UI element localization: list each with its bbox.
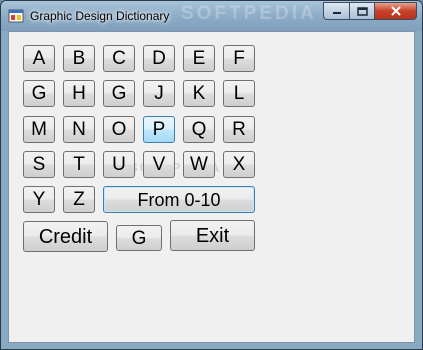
letter-y-button[interactable]: Y [23,186,55,213]
letter-x-button[interactable]: X [223,151,255,178]
letter-s-button[interactable]: S [23,151,55,178]
app-icon [8,9,24,23]
letter-m-button[interactable]: M [23,116,55,143]
letter-k-button[interactable]: K [183,80,215,107]
letter-e-button[interactable]: E [183,45,215,72]
letter-r-button[interactable]: R [223,116,255,143]
g-button[interactable]: G [116,225,162,251]
letter-b-button[interactable]: B [63,45,95,72]
letter-j-button[interactable]: J [143,80,175,107]
minimize-button[interactable] [323,2,349,20]
letter-d-button[interactable]: D [143,45,175,72]
letter-q-button[interactable]: Q [183,116,215,143]
letter-f-button[interactable]: F [223,45,255,72]
maximize-icon [356,6,368,16]
close-button[interactable] [374,2,417,20]
letter-n-button[interactable]: N [63,116,95,143]
letter-t-button[interactable]: T [63,151,95,178]
letter-g-button[interactable]: G [23,80,55,107]
main-panel: SOFTPEDIA A B C D E F G H G J K L M N O … [8,31,415,343]
exit-button[interactable]: Exit [170,220,255,251]
letter-l-button[interactable]: L [223,80,255,107]
letter-c-button[interactable]: C [103,45,135,72]
letter-a-button[interactable]: A [23,45,55,72]
numbers-button[interactable]: From 0-10 [103,186,255,213]
window-controls [323,2,417,20]
credit-button[interactable]: Credit [23,221,108,252]
letter-v-button[interactable]: V [143,151,175,178]
close-icon [390,6,401,16]
title-bar[interactable]: SOFTPEDIA Graphic Design Dictionary [1,1,422,31]
letter-w-button[interactable]: W [183,151,215,178]
app-window: SOFTPEDIA Graphic Design Dictionary SOFT… [0,0,423,350]
minimize-icon [332,12,341,14]
letter-h-button[interactable]: H [63,80,95,107]
letter-p-button[interactable]: P [143,116,175,143]
letter-o-button[interactable]: O [103,116,135,143]
title-watermark: SOFTPEDIA [181,3,317,24]
maximize-button[interactable] [349,2,374,20]
letter-z-button[interactable]: Z [63,186,95,213]
window-title: Graphic Design Dictionary [30,9,170,23]
letter-i-button[interactable]: G [103,80,135,107]
letter-u-button[interactable]: U [103,151,135,178]
